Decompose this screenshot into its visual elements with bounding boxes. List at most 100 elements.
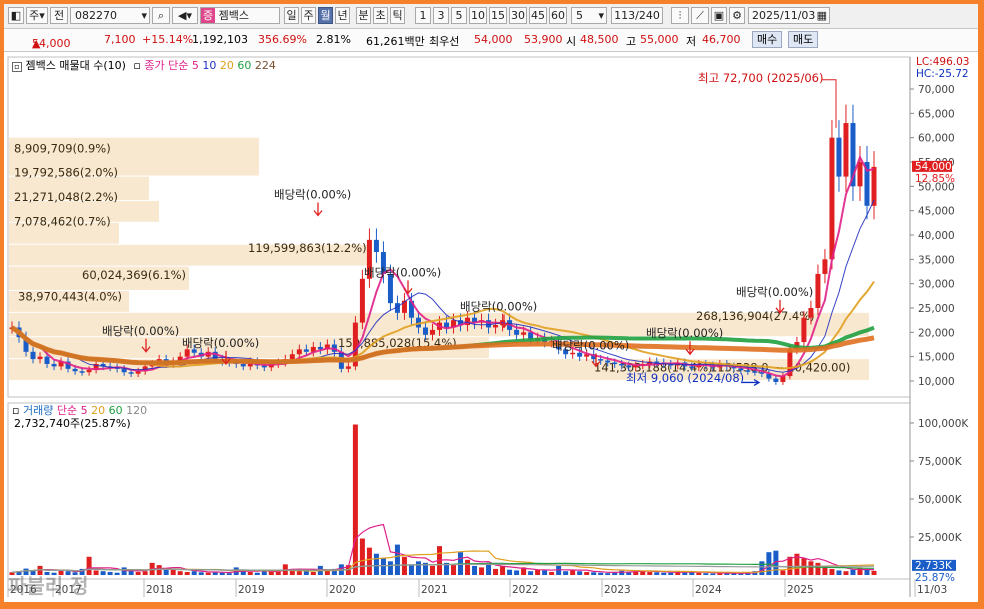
chart-canvas[interactable]: 8,909,709(0.9%) 19,792,586(2.0%) 21,271,04… [4, 51, 978, 602]
chevron-down-icon: ▾ [598, 9, 604, 22]
volume-bar [107, 571, 113, 575]
volume-bar [275, 571, 281, 575]
legend-toggle-icon[interactable]: ▫ [12, 62, 22, 72]
x-axis-label: 11/03 [917, 584, 947, 596]
y-tick-label: 75,000K [918, 456, 963, 468]
volume-bar [156, 565, 162, 575]
period-tick-button[interactable]: 틱 [390, 7, 405, 24]
y-tick-label: 25,000 [918, 303, 955, 315]
volume-bar [408, 564, 414, 575]
candle-body [51, 363, 57, 367]
volume-value: 1,192,103 [192, 33, 248, 46]
x-axis-label: 2020 [329, 584, 356, 596]
date-value: 2025/11/03 [752, 9, 816, 22]
y-tick-label: 35,000 [918, 254, 955, 266]
price-change-pct: +15.14% [142, 33, 194, 46]
volume-bar [394, 544, 400, 575]
period-year-button[interactable]: 년 [335, 7, 350, 24]
price-legend-title: 젬백스 매물대 수(10) [25, 59, 126, 72]
volume-bar [871, 570, 877, 575]
watermark: 파블리 정 [8, 574, 89, 598]
volume-bar [654, 572, 660, 575]
chart-type-label: 주 [29, 9, 40, 22]
gear-icon[interactable]: ⚙ [729, 7, 745, 24]
candle-body [871, 166, 877, 206]
stock-code-input[interactable]: 082270 ▾ [70, 7, 150, 24]
save-icon[interactable]: ▣ [711, 7, 727, 24]
period-month-button[interactable]: 월 [318, 7, 333, 24]
y-tick-label: 25,000K [918, 532, 963, 544]
candle-body [37, 356, 43, 360]
volume-bar [184, 571, 190, 575]
x-axis-label: 2024 [695, 584, 722, 596]
volume-profile-label: 19,792,586(2.0%) [14, 166, 118, 180]
period-minute-button[interactable]: 분 [356, 7, 371, 24]
volume-bar [310, 571, 316, 575]
candle-body [773, 378, 779, 382]
high-note: 최고 72,700 (2025/06) [698, 71, 823, 85]
interval-1-button[interactable]: 1 [415, 7, 431, 24]
volume-bar [542, 570, 548, 575]
y-tick-label: 50,000K [918, 494, 963, 506]
volume-bar [507, 569, 513, 575]
page-indicator: 113/240 [611, 7, 663, 24]
stock-name-field[interactable]: 증 젬백스 [200, 7, 280, 24]
y-tick-label: 40,000 [918, 230, 955, 242]
candle-body [303, 349, 309, 352]
volume-bar [247, 571, 253, 575]
candle-body [429, 329, 435, 335]
x-axis-label: 2021 [421, 584, 448, 596]
period-day-button[interactable]: 일 [284, 7, 299, 24]
volume-bar [465, 559, 471, 575]
interval-10-button[interactable]: 10 [469, 7, 487, 24]
x-axis-label: 2018 [146, 584, 173, 596]
volume-bar [198, 572, 204, 575]
interval-30-button[interactable]: 30 [509, 7, 527, 24]
sell-button[interactable]: 매도 [788, 31, 819, 48]
dividend-label: 배당락(0.00%) [102, 324, 179, 338]
interval-60-button[interactable]: 60 [549, 7, 567, 24]
interval-45-button[interactable]: 45 [529, 7, 547, 24]
dividend-label: 배당락(0.00%) [552, 338, 629, 352]
volume-bar [710, 573, 716, 575]
candle-body [444, 322, 450, 328]
date-input[interactable]: 2025/11/03 ▦ [748, 7, 830, 24]
low-price: 46,700 [702, 33, 741, 46]
interval-5-button[interactable]: 5 [451, 7, 467, 24]
candle-body [79, 371, 85, 373]
candle-body [373, 239, 379, 253]
quote-bar: 54,000 ▲ 7,100 +15.14% 1,192,103 356.69%… [4, 29, 978, 52]
speaker-icon[interactable]: ◀▾ [172, 7, 198, 24]
candle-body [752, 371, 758, 373]
candle-body [619, 363, 625, 366]
period-second-button[interactable]: 초 [373, 7, 388, 24]
period-week-button[interactable]: 주 [301, 7, 316, 24]
buy-button[interactable]: 매수 [752, 31, 783, 48]
chart-menu-icon[interactable]: ◧ [8, 7, 24, 24]
volume-bar [451, 564, 457, 575]
volume-bar [829, 568, 835, 575]
hc-label: HC:-25.72 [916, 68, 969, 80]
candle-body [345, 366, 351, 369]
candle-body [422, 327, 428, 335]
interval-15-button[interactable]: 15 [489, 7, 507, 24]
volume-bar [93, 570, 99, 575]
ma-5-label: 5 [191, 59, 199, 72]
candle-body [843, 123, 849, 177]
candle-settings-icon[interactable]: ⫶ [671, 7, 689, 24]
volume-bar [577, 571, 583, 575]
volume-bar [850, 569, 856, 575]
candle-body [86, 369, 92, 373]
chart-type-select[interactable]: 주▾ [26, 7, 48, 24]
volume-bar [163, 569, 169, 575]
prev-button[interactable]: 전 [50, 7, 68, 24]
draw-tool-icon[interactable]: ⟋ [691, 7, 709, 24]
y-tick-label: 100,000K [918, 418, 969, 430]
count-select[interactable]: 5 ▾ [571, 7, 607, 24]
interval-3-button[interactable]: 3 [433, 7, 449, 24]
y-tick-label: 65,000 [918, 108, 955, 120]
search-icon[interactable]: ⌕ [152, 7, 170, 24]
volume-profile-label: 268,136,904(27.4%) [696, 309, 815, 323]
price-legend: ▫ 젬백스 매물대 수(10) ▫ 종가 단순 5 10 20 60 224 [12, 57, 276, 73]
y-tick-label: 30,000 [918, 279, 955, 291]
